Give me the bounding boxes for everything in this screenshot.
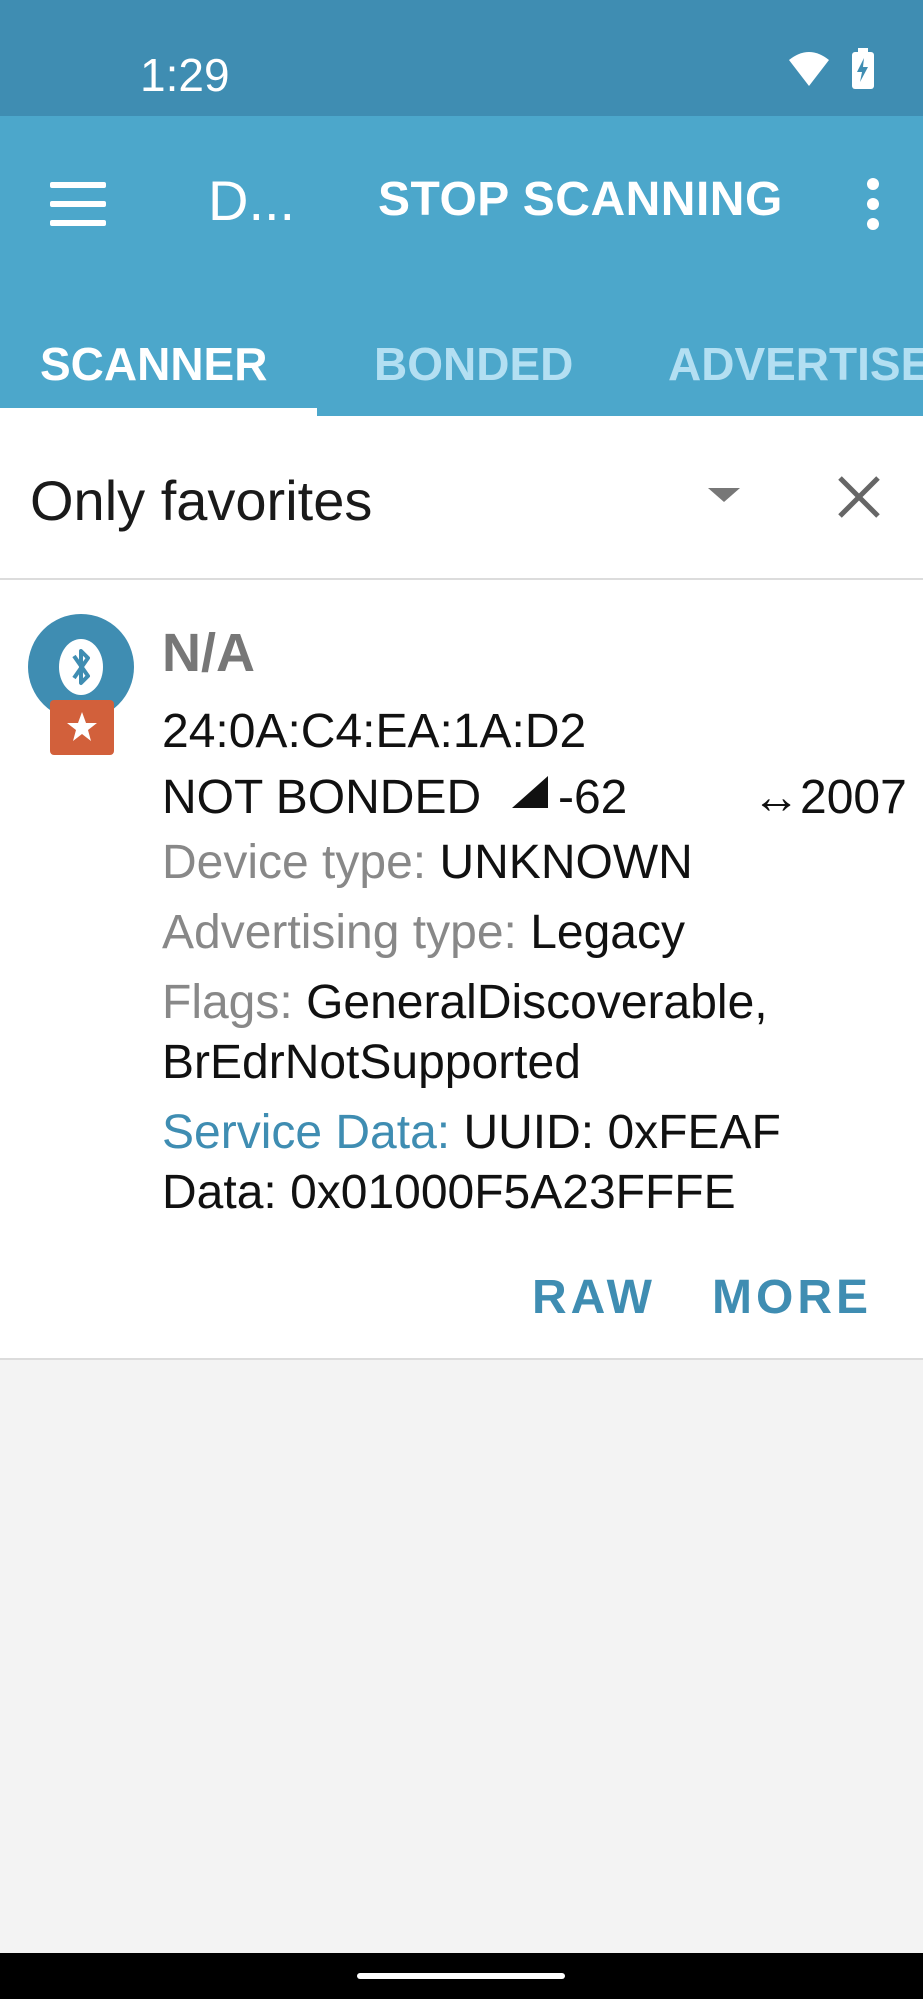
battery-charging-icon bbox=[852, 48, 874, 89]
more-button[interactable]: MORE bbox=[712, 1270, 872, 1325]
tab-advertiser[interactable]: ADVERTISER bbox=[668, 316, 923, 416]
home-handle[interactable] bbox=[357, 1973, 565, 1979]
status-bar: 1:29 bbox=[0, 0, 923, 116]
advertising-type-value: Legacy bbox=[530, 906, 685, 959]
menu-icon[interactable] bbox=[50, 174, 108, 234]
app-title: D... bbox=[208, 169, 296, 232]
flags-value-continued: BrEdrNotSupported bbox=[162, 1036, 581, 1089]
wifi-icon bbox=[789, 52, 829, 86]
filter-label: Only favorites bbox=[30, 469, 373, 532]
service-data-row: Service Data: UUID: 0xFEAF bbox=[162, 1105, 781, 1160]
device-type-row: Device type: UNKNOWN bbox=[162, 835, 693, 890]
device-type-value: UNKNOWN bbox=[439, 836, 693, 889]
advertising-type-row: Advertising type: Legacy bbox=[162, 905, 685, 960]
dropdown-arrow-icon[interactable] bbox=[708, 488, 740, 502]
interval-arrows-icon: ↔ bbox=[752, 771, 800, 824]
status-time: 1:29 bbox=[140, 49, 230, 101]
flags-value: GeneralDiscoverable, bbox=[306, 976, 768, 1029]
more-options-icon[interactable] bbox=[863, 174, 883, 234]
signal-strength-icon bbox=[512, 776, 548, 808]
advertising-interval: ↔2007 bbox=[752, 770, 907, 825]
stop-scanning-button[interactable]: STOP SCANNING bbox=[378, 172, 783, 227]
rssi-value: -62 bbox=[558, 771, 628, 824]
tab-bonded[interactable]: BONDED bbox=[374, 316, 573, 416]
service-data-uuid: UUID: 0xFEAF bbox=[463, 1106, 781, 1159]
tab-scanner[interactable]: SCANNER bbox=[40, 316, 267, 416]
tab-bar: SCANNER BONDED ADVERTISER bbox=[0, 316, 923, 416]
device-name: N/A bbox=[162, 623, 255, 683]
interval-value: 2007 bbox=[800, 771, 907, 824]
device-address: 24:0A:C4:EA:1A:D2 bbox=[162, 705, 587, 758]
raw-button[interactable]: RAW bbox=[532, 1270, 656, 1325]
tab-indicator bbox=[0, 408, 317, 416]
advertising-type-label: Advertising type: bbox=[162, 906, 517, 959]
device-card[interactable]: N/A 24:0A:C4:EA:1A:D2 NOT BONDED -62 ↔20… bbox=[0, 580, 923, 1360]
favorite-star-icon bbox=[50, 700, 114, 755]
navigation-bar bbox=[0, 1953, 923, 1999]
service-data-data: Data: 0x01000F5A23FFFE bbox=[162, 1166, 736, 1219]
app-bar: D... STOP SCANNING SCANNER BONDED ADVERT… bbox=[0, 116, 923, 416]
bond-state: NOT BONDED bbox=[162, 771, 482, 824]
flags-row: Flags: GeneralDiscoverable, bbox=[162, 975, 768, 1030]
status-icons bbox=[787, 48, 875, 90]
device-type-label: Device type: bbox=[162, 836, 427, 889]
flags-label: Flags: bbox=[162, 976, 293, 1029]
close-icon[interactable] bbox=[834, 472, 884, 522]
filter-bar[interactable]: Only favorites bbox=[0, 416, 923, 580]
service-data-label: Service Data: bbox=[162, 1106, 451, 1159]
